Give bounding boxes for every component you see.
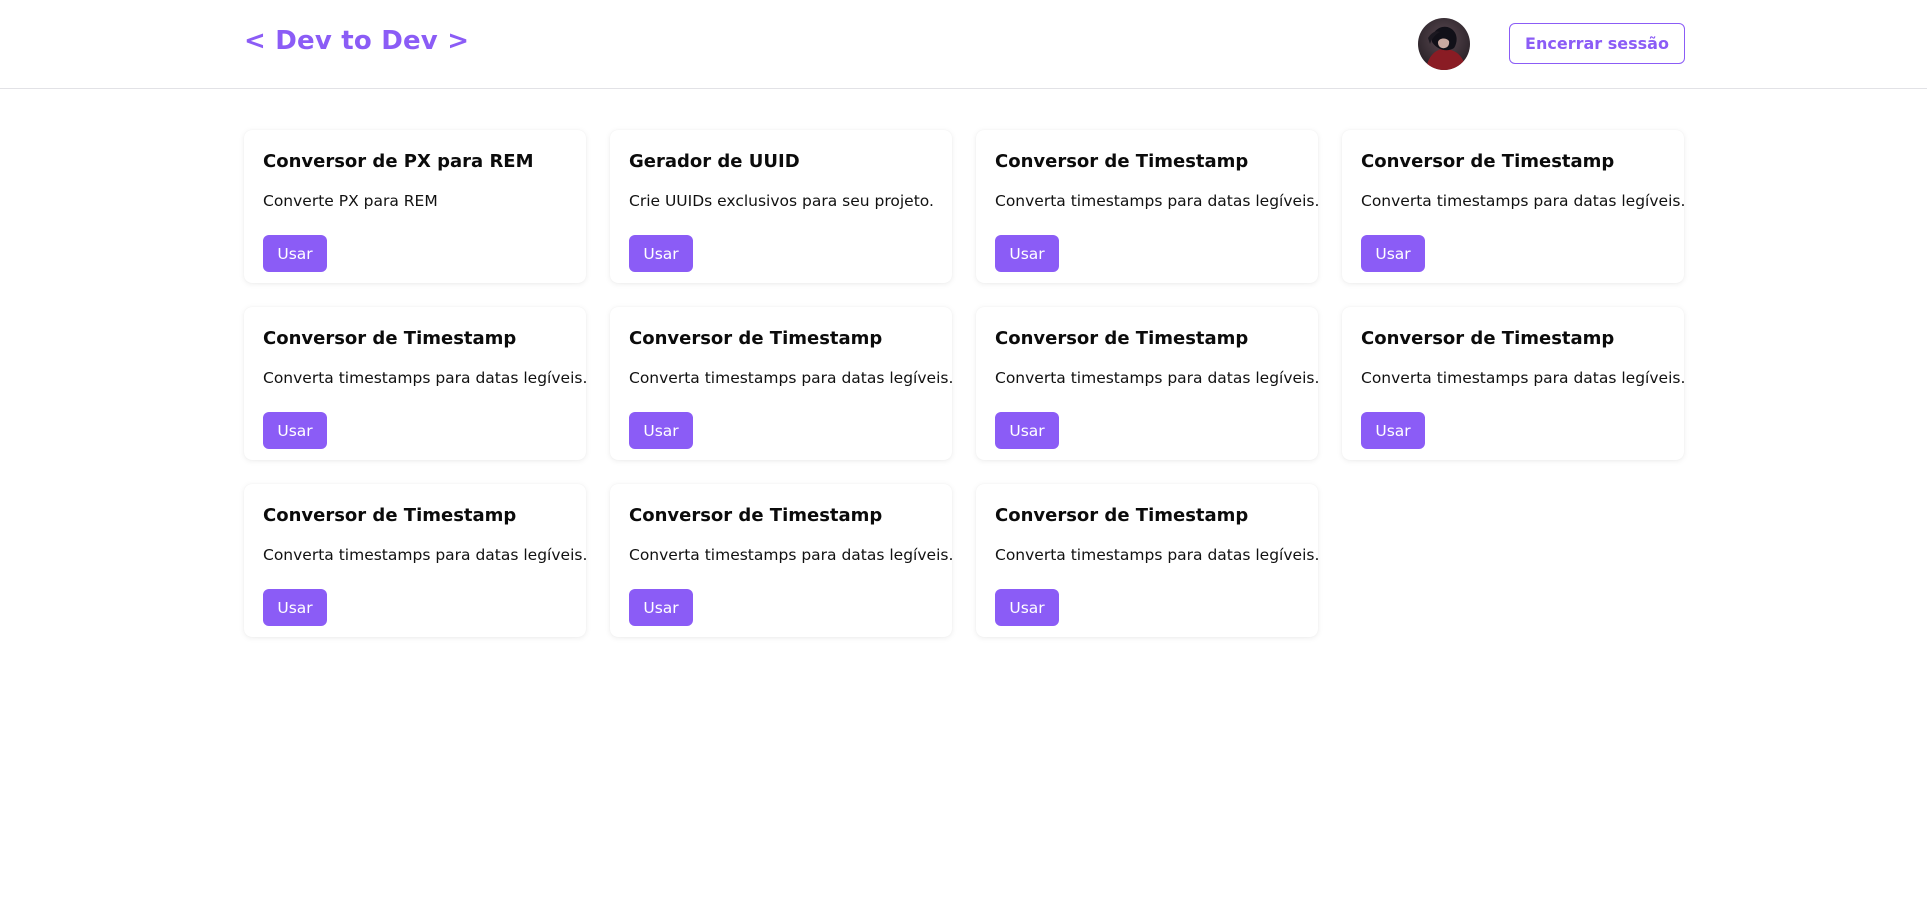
- tool-card-title: Conversor de Timestamp: [1361, 151, 1615, 172]
- user-avatar[interactable]: [1418, 18, 1470, 70]
- tool-card-description: Converta timestamps para datas legíveis.: [1361, 369, 1686, 387]
- tool-card: Gerador de UUID Crie UUIDs exclusivos pa…: [610, 130, 952, 283]
- tool-card-description: Converta timestamps para datas legíveis.: [995, 546, 1320, 564]
- use-button[interactable]: Usar: [263, 589, 327, 626]
- tool-card-title: Gerador de UUID: [629, 151, 800, 172]
- tool-card-description: Converta timestamps para datas legíveis.: [1361, 192, 1686, 210]
- logout-button[interactable]: Encerrar sessão: [1509, 23, 1685, 64]
- tool-card-title: Conversor de Timestamp: [1361, 328, 1615, 349]
- use-button[interactable]: Usar: [1361, 412, 1425, 449]
- avatar-image: [1418, 18, 1470, 70]
- tool-card: Conversor de Timestamp Converta timestam…: [244, 307, 588, 460]
- use-button[interactable]: Usar: [1361, 235, 1425, 272]
- tool-card: Conversor de Timestamp Converta timestam…: [976, 130, 1320, 283]
- use-button[interactable]: Usar: [263, 235, 327, 272]
- tool-card: Conversor de Timestamp Converta timestam…: [1342, 130, 1686, 283]
- tool-card-description: Converte PX para REM: [263, 192, 438, 210]
- tool-card: Conversor de Timestamp Converta timestam…: [610, 307, 954, 460]
- tool-card-description: Converta timestamps para datas legíveis.: [995, 192, 1320, 210]
- tools-grid: Conversor de PX para REM Converte PX par…: [244, 130, 1685, 637]
- tool-card-title: Conversor de Timestamp: [995, 505, 1249, 526]
- tool-card-description: Converta timestamps para datas legíveis.: [263, 546, 588, 564]
- use-button[interactable]: Usar: [263, 412, 327, 449]
- tool-card-description: Converta timestamps para datas legíveis.: [629, 546, 954, 564]
- tool-card-title: Conversor de PX para REM: [263, 151, 534, 172]
- use-button[interactable]: Usar: [629, 235, 693, 272]
- tool-card: Conversor de PX para REM Converte PX par…: [244, 130, 586, 283]
- tool-card-title: Conversor de Timestamp: [995, 151, 1249, 172]
- tool-card-title: Conversor de Timestamp: [263, 505, 517, 526]
- tool-card-title: Conversor de Timestamp: [263, 328, 517, 349]
- tool-card-description: Converta timestamps para datas legíveis.: [629, 369, 954, 387]
- tool-card: Conversor de Timestamp Converta timestam…: [976, 484, 1320, 637]
- use-button[interactable]: Usar: [995, 235, 1059, 272]
- tool-card-title: Conversor de Timestamp: [995, 328, 1249, 349]
- tool-card: Conversor de Timestamp Converta timestam…: [1342, 307, 1686, 460]
- tool-card-title: Conversor de Timestamp: [629, 328, 883, 349]
- use-button[interactable]: Usar: [995, 412, 1059, 449]
- tool-card-title: Conversor de Timestamp: [629, 505, 883, 526]
- tool-card: Conversor de Timestamp Converta timestam…: [976, 307, 1320, 460]
- tool-card: Conversor de Timestamp Converta timestam…: [610, 484, 954, 637]
- use-button[interactable]: Usar: [995, 589, 1059, 626]
- tool-card-description: Converta timestamps para datas legíveis.: [263, 369, 588, 387]
- tool-card-description: Crie UUIDs exclusivos para seu projeto.: [629, 192, 934, 210]
- tool-card: Conversor de Timestamp Converta timestam…: [244, 484, 588, 637]
- tool-card-description: Converta timestamps para datas legíveis.: [995, 369, 1320, 387]
- brand-logo[interactable]: < Dev to Dev >: [244, 26, 469, 56]
- top-navbar: < Dev to Dev > Encerrar sessão: [0, 0, 1927, 89]
- use-button[interactable]: Usar: [629, 412, 693, 449]
- use-button[interactable]: Usar: [629, 589, 693, 626]
